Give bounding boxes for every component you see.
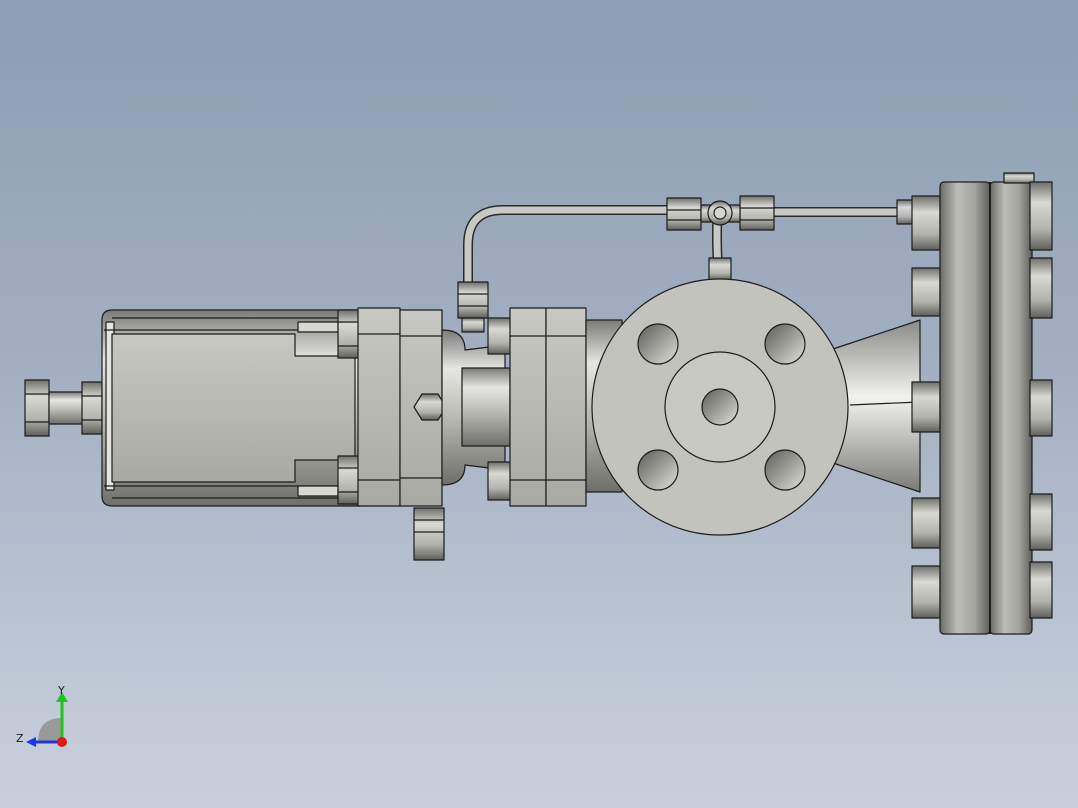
bonnet-bolt-bottom xyxy=(337,455,361,505)
outlet-stud xyxy=(1029,181,1053,251)
spring-cage xyxy=(111,333,356,483)
outlet-stud xyxy=(1029,561,1053,619)
adjusting-screw-shaft xyxy=(48,391,86,425)
inlet-bore xyxy=(701,388,739,426)
outlet-flange-right xyxy=(989,181,1033,635)
body-flange-bolt-bottom xyxy=(487,461,513,501)
body-flange-right xyxy=(545,307,587,507)
outlet-flange-bolt xyxy=(911,267,941,317)
cad-viewport[interactable]: Y Z xyxy=(0,0,1078,808)
flange-bolt-hole xyxy=(764,323,806,365)
tube-fitting-left xyxy=(666,197,702,231)
orientation-triad: Y Z xyxy=(16,684,68,747)
outlet-flange-bolt xyxy=(911,381,941,433)
outlet-stud xyxy=(1029,379,1053,437)
tube-fitting-right xyxy=(739,195,775,231)
flange-bolt-hole xyxy=(637,323,679,365)
z-axis-label: Z xyxy=(16,732,24,745)
bonnet-flange xyxy=(357,307,401,507)
outlet-flange-left xyxy=(939,181,991,635)
flange-bolt-hole xyxy=(764,449,806,491)
flange-bolt-hole xyxy=(637,449,679,491)
body-flange-mid xyxy=(509,307,547,507)
outlet-stud xyxy=(1029,493,1053,551)
valve-assembly-model[interactable] xyxy=(0,0,1078,808)
instrument-tubing xyxy=(463,205,670,290)
adjusting-screw-nut xyxy=(24,379,50,437)
triad-quadrant xyxy=(38,718,62,742)
bonnet-bolt-top xyxy=(337,309,361,359)
tube-fitting-vertical xyxy=(457,281,489,319)
body-flange-bolt-top xyxy=(487,317,513,355)
outlet-flange-bolt xyxy=(911,195,941,251)
outlet-stud xyxy=(1029,257,1053,319)
outlet-flange-bolt xyxy=(911,497,941,549)
x-axis-dot xyxy=(57,737,67,747)
drain-fitting xyxy=(413,507,445,561)
y-axis-label: Y xyxy=(57,684,65,697)
z-arrowhead xyxy=(26,737,36,747)
outlet-flange-bolt xyxy=(911,565,941,619)
